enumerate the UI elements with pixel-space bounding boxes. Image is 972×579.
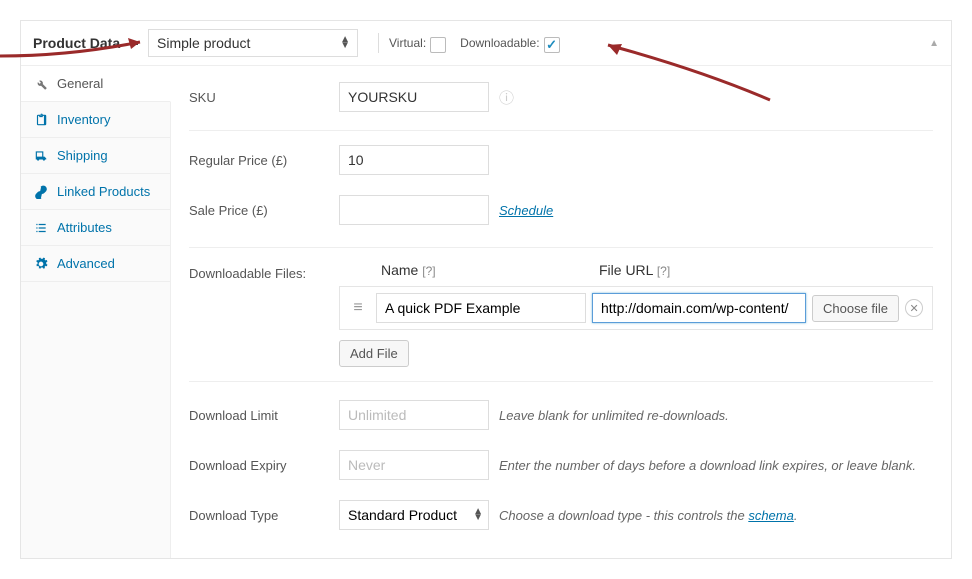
tab-linked-products[interactable]: Linked Products xyxy=(21,174,170,210)
product-type-select[interactable]: Simple product xyxy=(148,29,358,57)
collapse-icon[interactable]: ▲ xyxy=(929,38,939,49)
virtual-checkbox[interactable] xyxy=(430,37,446,53)
tab-shipping[interactable]: Shipping xyxy=(21,138,170,174)
download-type-select[interactable]: Standard Product xyxy=(339,500,489,530)
help-icon[interactable]: ⓘ xyxy=(499,87,514,108)
schema-link[interactable]: schema xyxy=(748,508,794,523)
virtual-label: Virtual: xyxy=(389,36,426,50)
schedule-link[interactable]: Schedule xyxy=(499,203,553,218)
drag-handle-icon[interactable]: ≡ xyxy=(346,299,370,317)
download-expiry-input[interactable] xyxy=(339,450,489,480)
add-file-button[interactable]: Add File xyxy=(339,340,409,367)
download-expiry-label: Download Expiry xyxy=(189,458,339,473)
tab-inventory[interactable]: Inventory xyxy=(21,102,170,138)
tab-general[interactable]: General xyxy=(21,66,171,102)
link-icon xyxy=(33,185,49,199)
tabs-sidebar: General Inventory Shipping Linked Produc… xyxy=(21,66,171,558)
panel-title: Product Data — xyxy=(33,35,138,51)
list-icon xyxy=(33,221,49,235)
sku-label: SKU xyxy=(189,90,339,105)
regular-price-input[interactable] xyxy=(339,145,489,175)
file-url-header: File URL [?] xyxy=(599,262,670,278)
file-url-input[interactable] xyxy=(592,293,806,323)
tab-label: General xyxy=(57,76,103,91)
downloadable-files-label: Downloadable Files: xyxy=(189,262,339,330)
downloadable-checkbox[interactable] xyxy=(544,37,560,53)
tab-label: Advanced xyxy=(57,256,115,271)
download-limit-desc: Leave blank for unlimited re-downloads. xyxy=(499,408,729,423)
file-name-header: Name [?] xyxy=(381,262,599,278)
content-area: SKU ⓘ Regular Price (£) Sale Price (£) S… xyxy=(171,66,951,558)
tab-label: Attributes xyxy=(57,220,112,235)
tab-label: Inventory xyxy=(57,112,110,127)
tab-label: Linked Products xyxy=(57,184,150,199)
download-type-desc: Choose a download type - this controls t… xyxy=(499,508,797,523)
downloadable-label: Downloadable: xyxy=(460,36,539,50)
separator xyxy=(378,33,379,53)
sku-input[interactable] xyxy=(339,82,489,112)
regular-price-label: Regular Price (£) xyxy=(189,153,339,168)
clipboard-icon xyxy=(33,113,49,127)
choose-file-button[interactable]: Choose file xyxy=(812,295,899,322)
download-type-label: Download Type xyxy=(189,508,339,523)
tab-attributes[interactable]: Attributes xyxy=(21,210,170,246)
truck-icon xyxy=(33,149,49,163)
panel-header: Product Data — Simple product ▲▼ Virtual… xyxy=(21,21,951,66)
sale-price-input[interactable] xyxy=(339,195,489,225)
download-expiry-desc: Enter the number of days before a downlo… xyxy=(499,458,916,473)
tab-advanced[interactable]: Advanced xyxy=(21,246,170,282)
download-limit-input[interactable] xyxy=(339,400,489,430)
file-name-input[interactable] xyxy=(376,293,586,323)
tab-label: Shipping xyxy=(57,148,108,163)
sale-price-label: Sale Price (£) xyxy=(189,203,339,218)
wrench-icon xyxy=(33,77,49,91)
file-row: ≡ Choose file ✕ xyxy=(339,286,933,330)
download-limit-label: Download Limit xyxy=(189,408,339,423)
gear-icon xyxy=(33,257,49,271)
remove-file-icon[interactable]: ✕ xyxy=(905,299,923,317)
